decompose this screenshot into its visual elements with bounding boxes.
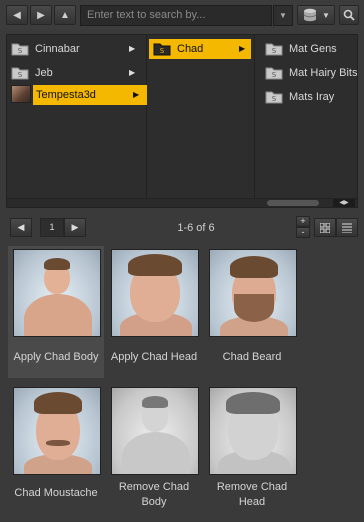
tree-item-label: Chad: [177, 43, 204, 55]
vendor-thumbnail-icon: [11, 85, 31, 103]
grid-view-button[interactable]: [314, 218, 336, 237]
zoom-out-button[interactable]: -: [296, 227, 310, 238]
search-input[interactable]: Enter text to search by...: [80, 5, 272, 26]
database-button[interactable]: ▼: [297, 5, 335, 25]
search-dropdown-button[interactable]: ▼: [273, 5, 293, 26]
scrollbar-thumb[interactable]: [267, 200, 319, 206]
item-count: 1-6 of 6: [177, 222, 215, 234]
thumbnail: [209, 249, 297, 337]
svg-text:S: S: [272, 47, 277, 55]
tree-item-label: Mat Gens: [289, 43, 337, 55]
svg-text:S: S: [272, 95, 277, 103]
svg-text:S: S: [18, 47, 23, 55]
thumbnail: [13, 387, 101, 475]
item-caption: Apply Chad Head: [110, 351, 198, 363]
chevron-right-icon: ▶: [129, 44, 136, 53]
content-grid: Apply Chad Body Apply Chad Head Chad Bea…: [6, 244, 358, 520]
database-icon: [303, 8, 317, 22]
item-caption: Chad Moustache: [14, 487, 98, 499]
forward-button[interactable]: ▶: [30, 5, 52, 25]
content-item-chad-beard[interactable]: Chad Beard: [204, 246, 300, 378]
tree-item-mat-gens[interactable]: S Mat Gens: [261, 39, 357, 59]
pager-bar: ◀ 1 ▶ 1-6 of 6 + -: [6, 214, 358, 240]
tree-item-jeb[interactable]: S Jeb ▶: [7, 63, 147, 83]
horizontal-scrollbar[interactable]: ◀▶: [6, 198, 358, 208]
tree-item-chad[interactable]: S Chad ▶: [149, 39, 251, 59]
category-browser: S Cinnabar ▶ S Jeb ▶ Tempesta3d ▶ S Chad: [6, 34, 358, 200]
tree-item-mat-hairy-bits[interactable]: S Mat Hairy Bits: [261, 63, 357, 83]
thumbnail: [111, 249, 199, 337]
content-item-chad-moustache[interactable]: Chad Moustache: [8, 384, 104, 516]
chevron-right-icon: ▶: [133, 90, 140, 99]
thumbnail: [13, 249, 101, 337]
tree-item-cinnabar[interactable]: S Cinnabar ▶: [7, 39, 147, 59]
thumbnail: [111, 387, 199, 475]
item-caption: Apply Chad Body: [13, 351, 99, 363]
content-item-remove-chad-head[interactable]: Remove Chad Head: [204, 384, 300, 516]
folder-icon: S: [11, 43, 29, 56]
page-number-field[interactable]: 1: [40, 218, 64, 237]
tree-item-label: Tempesta3d: [36, 89, 96, 101]
back-button[interactable]: ◀: [6, 5, 28, 25]
up-button[interactable]: ▲: [54, 5, 76, 25]
scroll-arrows[interactable]: ◀▶: [333, 199, 355, 207]
column-vendors: S Cinnabar ▶ S Jeb ▶ Tempesta3d ▶: [7, 35, 147, 199]
thumbnail: [209, 387, 297, 475]
prev-page-button[interactable]: ◀: [10, 218, 32, 237]
folder-icon: S: [11, 67, 29, 80]
svg-text:S: S: [272, 71, 277, 79]
tree-item-tempesta3d[interactable]: Tempesta3d ▶: [33, 85, 147, 105]
chevron-right-icon: ▶: [129, 68, 136, 77]
tree-item-label: Mat Hairy Bits: [289, 67, 358, 79]
tree-item-mats-iray[interactable]: S Mats Iray: [261, 87, 357, 107]
next-page-button[interactable]: ▶: [64, 218, 86, 237]
grid-view-icon: [320, 223, 330, 233]
zoom-in-button[interactable]: +: [296, 216, 310, 227]
tree-item-label: Cinnabar: [35, 43, 80, 55]
search-button[interactable]: [339, 5, 359, 25]
chevron-right-icon: ▶: [239, 44, 246, 53]
content-item-remove-chad-body[interactable]: Remove Chad Body: [106, 384, 202, 516]
item-caption: Remove Chad Head: [216, 481, 288, 508]
content-item-apply-chad-head[interactable]: Apply Chad Head: [106, 246, 202, 378]
folder-icon: S: [265, 43, 283, 56]
tree-item-label: Jeb: [35, 67, 53, 79]
tree-item-label: Mats Iray: [289, 91, 335, 103]
content-item-apply-chad-body[interactable]: Apply Chad Body: [8, 246, 104, 378]
item-caption: Remove Chad Body: [118, 481, 190, 508]
item-caption: Chad Beard: [222, 351, 282, 363]
folder-icon: S: [265, 67, 283, 80]
search-icon: [343, 9, 355, 21]
chevron-down-icon: ▼: [322, 11, 330, 20]
toolbar: ◀ ▶ ▲ Enter text to search by... ▼ ▼: [0, 0, 364, 30]
column-subfolders: S Mat Gens S Mat Hairy Bits S Mats Iray: [255, 35, 359, 199]
column-products: S Chad ▶: [147, 35, 255, 199]
folder-icon: S: [265, 91, 283, 104]
svg-text:S: S: [160, 47, 165, 55]
svg-text:S: S: [18, 71, 23, 79]
folder-icon: S: [153, 43, 171, 56]
list-view-icon: [342, 223, 352, 233]
list-view-button[interactable]: [336, 218, 358, 237]
